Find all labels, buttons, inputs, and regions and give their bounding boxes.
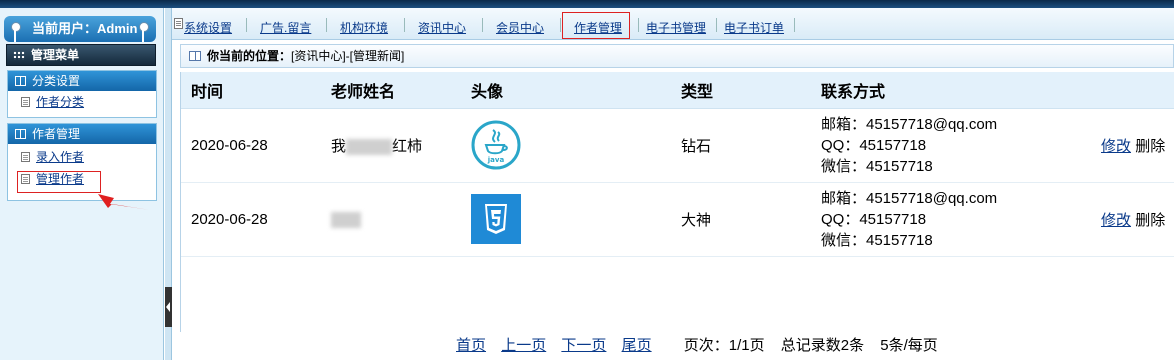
last-page-link[interactable]: 尾页 — [622, 337, 652, 354]
cell-avatar: java — [461, 108, 671, 183]
breadcrumb-label: 你当前的位置： — [207, 49, 292, 63]
delete-link[interactable]: 删除 — [1135, 138, 1165, 155]
page-info: 页次：1/1页 — [683, 337, 765, 354]
nav-separator — [404, 18, 405, 32]
highlight-box — [17, 171, 101, 193]
panel-title-label: 作者管理 — [32, 127, 81, 141]
java-icon: java — [471, 120, 521, 170]
svg-text:java: java — [487, 156, 505, 164]
first-page-link[interactable]: 首页 — [456, 337, 486, 354]
cell-teacher-name: 我 红柿 — [321, 108, 461, 183]
nav-separator — [794, 18, 795, 32]
pin-icon — [138, 22, 149, 42]
cell-type: 钻石 — [671, 108, 811, 183]
table-row: 2020-06-28 大神 邮箱：45157718@qq.com QQ：4515… — [181, 182, 1174, 257]
nav-separator — [246, 18, 247, 32]
col-header-contact: 联系方式 — [811, 72, 1091, 109]
pagination: 首页 上一页 下一页 尾页 页次：1/1页 总记录数2条 5条/每页 — [456, 334, 938, 355]
breadcrumb-path: [资讯中心]-[管理新闻] — [291, 49, 405, 63]
next-page-link[interactable]: 下一页 — [561, 337, 606, 354]
cell-time: 2020-06-28 — [181, 108, 321, 183]
col-header-actions — [1091, 72, 1174, 109]
panel-category-settings: 分类设置 作者分类 — [7, 70, 157, 118]
breadcrumb: 你当前的位置：[资讯中心]-[管理新闻] — [180, 44, 1174, 68]
cell-time: 2020-06-28 — [181, 182, 321, 257]
nav-page-icon — [174, 18, 183, 29]
author-table-wrap: 时间 老师姓名 头像 类型 联系方式 2020-06-28 我 红柿 java 钻… — [180, 72, 1174, 332]
nav-item-system-settings[interactable]: 系统设置 — [184, 19, 232, 36]
cell-contact: 邮箱：45157718@qq.com QQ：45157718 微信：451577… — [811, 108, 1091, 183]
col-header-avatar: 头像 — [461, 72, 671, 109]
page-icon — [21, 152, 30, 162]
nav-separator — [482, 18, 483, 32]
top-strip — [0, 0, 1174, 8]
contact-qq: QQ：45157718 — [821, 210, 927, 228]
col-header-time: 时间 — [181, 72, 321, 109]
per-page: 5条/每页 — [880, 337, 938, 354]
menu-title: 管理菜单 — [31, 48, 80, 62]
author-table: 时间 老师姓名 头像 类型 联系方式 2020-06-28 我 红柿 java 钻… — [181, 72, 1174, 257]
cell-type: 大神 — [671, 182, 811, 257]
contact-wechat: 微信：45157718 — [821, 231, 933, 249]
total-records: 总记录数2条 — [780, 337, 865, 354]
name-blur — [331, 211, 361, 228]
nav-item-ebook-management[interactable]: 电子书管理 — [646, 19, 706, 36]
prev-page-link[interactable]: 上一页 — [501, 337, 546, 354]
sidebar-item-author-category[interactable]: 作者分类 — [8, 91, 156, 113]
contact-email: 邮箱：45157718@qq.com — [821, 115, 998, 133]
red-arrow-icon — [98, 194, 150, 210]
current-user-label: 当前用户：Admin — [32, 21, 138, 36]
col-header-type: 类型 — [671, 72, 811, 109]
nav-separator — [560, 18, 561, 32]
sidebar-link-add-author[interactable]: 录入作者 — [36, 150, 84, 164]
cell-contact: 邮箱：45157718@qq.com QQ：45157718 微信：451577… — [811, 182, 1091, 257]
name-text: 我 — [331, 137, 347, 155]
cell-actions: 修改 删除 — [1091, 108, 1174, 183]
top-nav: 系统设置 广告.留言 机构环境 资讯中心 会员中心 作者管理 电子书管理 电子书… — [172, 8, 1174, 40]
nav-separator — [638, 18, 639, 32]
cell-actions: 修改 删除 — [1091, 182, 1174, 257]
contact-email: 邮箱：45157718@qq.com — [821, 189, 998, 207]
table-header-row: 时间 老师姓名 头像 类型 联系方式 — [181, 72, 1174, 109]
menu-header: 管理菜单 — [6, 44, 156, 66]
panel-title-label: 分类设置 — [32, 74, 81, 88]
cell-avatar — [461, 182, 671, 257]
contact-wechat: 微信：45157718 — [821, 157, 933, 175]
grid-icon — [13, 51, 25, 60]
table-row: 2020-06-28 我 红柿 java 钻石 邮箱：45157718@qq.co… — [181, 108, 1174, 183]
edit-link[interactable]: 修改 — [1101, 138, 1131, 155]
nav-item-org-environment[interactable]: 机构环境 — [340, 19, 388, 36]
current-user-bar: 当前用户：Admin — [4, 16, 156, 42]
nav-separator — [716, 18, 717, 32]
page-icon — [21, 97, 30, 107]
window-icon — [189, 51, 201, 61]
nav-separator — [326, 18, 327, 32]
collapse-handle[interactable] — [165, 287, 172, 327]
css3-icon — [471, 194, 521, 244]
panel-title[interactable]: 作者管理 — [8, 124, 156, 144]
nav-item-member-center[interactable]: 会员中心 — [496, 19, 544, 36]
delete-link[interactable]: 删除 — [1135, 212, 1165, 229]
name-text: 红柿 — [392, 137, 423, 155]
cell-teacher-name — [321, 182, 461, 257]
edit-link[interactable]: 修改 — [1101, 212, 1131, 229]
name-blur — [346, 138, 393, 155]
sidebar: 当前用户：Admin 管理菜单 分类设置 作者分类 作者管理 录入作者 管理作者 — [0, 8, 164, 360]
nav-item-ads-messages[interactable]: 广告.留言 — [260, 19, 311, 36]
pin-icon — [10, 22, 21, 42]
contact-qq: QQ：45157718 — [821, 136, 927, 154]
sidebar-link-author-category[interactable]: 作者分类 — [36, 95, 84, 109]
panel-icon — [15, 76, 26, 86]
nav-item-ebook-orders[interactable]: 电子书订单 — [724, 19, 784, 36]
active-nav-highlight — [562, 12, 630, 39]
panel-title[interactable]: 分类设置 — [8, 71, 156, 91]
col-header-teacher-name: 老师姓名 — [321, 72, 461, 109]
panel-icon — [15, 129, 26, 139]
nav-item-info-center[interactable]: 资讯中心 — [418, 19, 466, 36]
sidebar-item-add-author[interactable]: 录入作者 — [8, 146, 156, 168]
